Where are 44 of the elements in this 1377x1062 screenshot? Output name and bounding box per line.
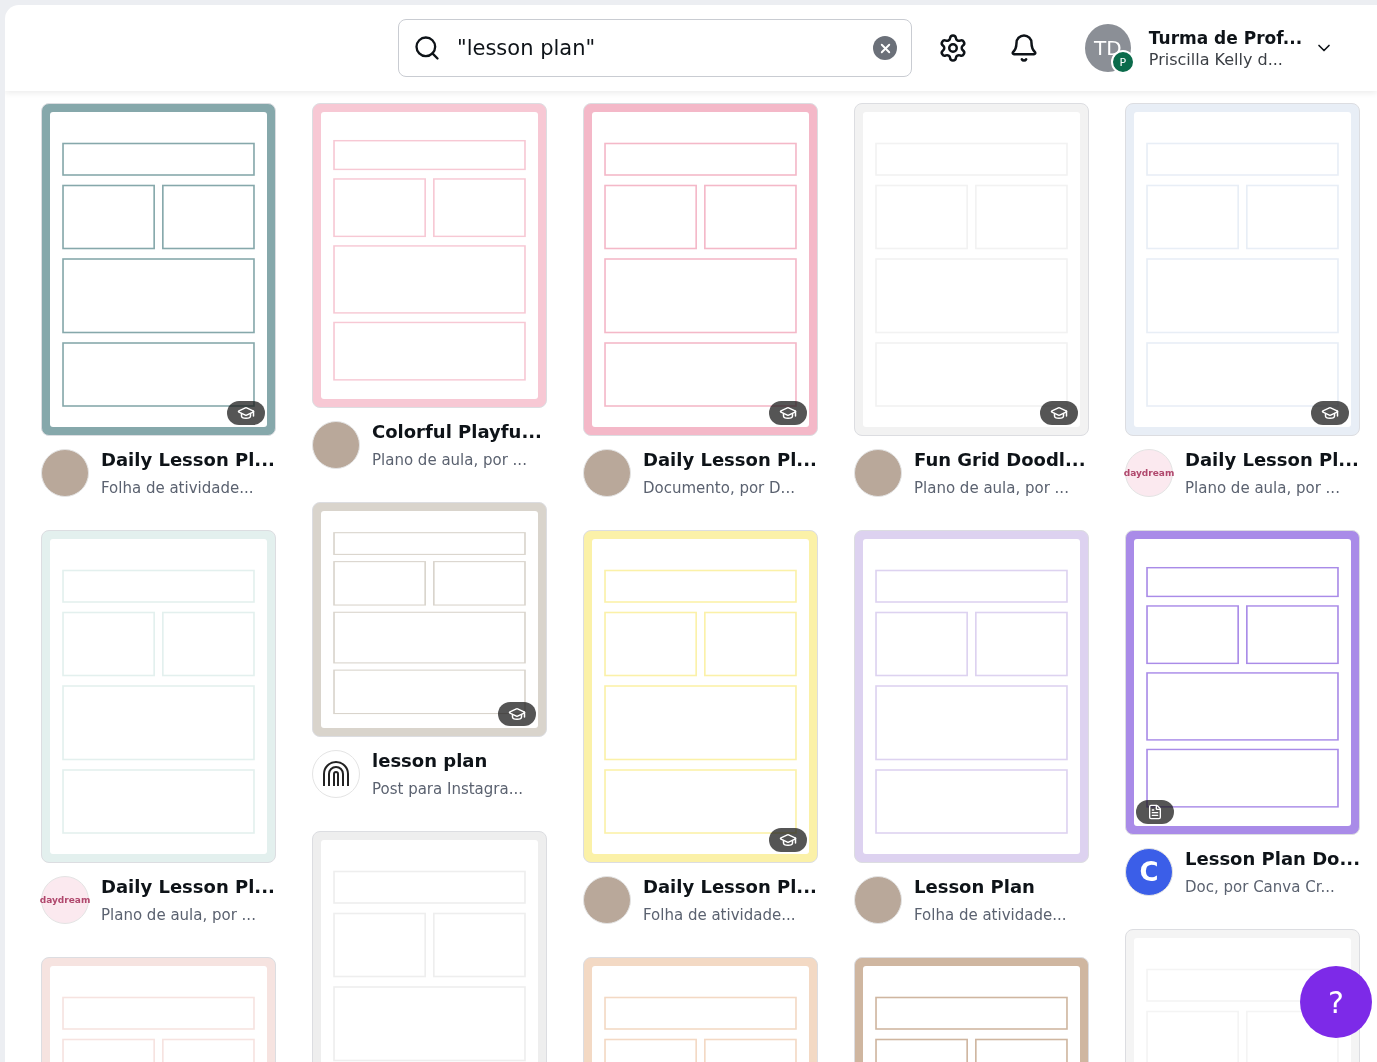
graduation-cap-icon (237, 404, 255, 422)
template-type: Documento, por D... (643, 478, 796, 498)
graduation-cap-icon (1321, 404, 1339, 422)
template-type: Folha de atividade... (643, 905, 797, 925)
account-name: Turma de Prof... (1148, 27, 1299, 48)
avatar-photo-placeholder (854, 876, 902, 924)
search-icon (413, 34, 441, 62)
avatar-photo-placeholder (583, 449, 631, 497)
template-title[interactable]: Lesson Plan Do... (1185, 847, 1360, 871)
template-title[interactable]: Daily Lesson Pl... (1185, 448, 1359, 472)
template-type: Plano de aula, por ... (101, 905, 257, 925)
avatar-photo-placeholder (854, 449, 902, 497)
creator-logo: daydream (41, 876, 89, 924)
clear-button[interactable] (873, 36, 898, 60)
creator-logo: C (1125, 848, 1173, 896)
template-title[interactable]: lesson plan (372, 749, 523, 773)
template-title[interactable]: Fun Grid Doodl... (914, 448, 1086, 472)
avatar-photo-placeholder (312, 421, 360, 469)
template-title[interactable]: Colorful Playfu... (372, 420, 542, 444)
avatar-photo-placeholder (583, 876, 631, 924)
graduation-cap-icon (508, 705, 526, 723)
template-type: Doc, por Canva Cr... (1185, 877, 1336, 897)
graduation-cap-icon (1050, 404, 1068, 422)
settings-icon (938, 33, 969, 63)
document-icon (1147, 804, 1163, 820)
template-type: Plano de aula, por ... (914, 478, 1070, 498)
fingerprint-avatar-icon (312, 750, 360, 798)
account-subtitle: Priscilla Kelly d... (1148, 49, 1284, 69)
template-type: Post para Instagra... (372, 779, 523, 799)
graduation-cap-icon (779, 831, 797, 849)
template-type: Plano de aula, por ... (372, 450, 528, 470)
search-input[interactable]: "lesson plan" (455, 35, 860, 61)
avatar-photo-placeholder (41, 449, 89, 497)
graduation-cap-icon (779, 404, 797, 422)
template-type: Folha de atividade... (101, 478, 255, 498)
template-type: Plano de aula, por ... (1185, 478, 1341, 498)
template-title[interactable]: Daily Lesson Pl... (101, 875, 275, 899)
template-title[interactable]: Daily Lesson Pl... (101, 448, 275, 472)
creator-logo: daydream (1125, 449, 1173, 497)
template-title[interactable]: Lesson Plan (914, 875, 1067, 899)
template-title[interactable]: Daily Lesson Pl... (643, 875, 817, 899)
template-title[interactable]: Daily Lesson Pl... (643, 448, 817, 472)
search-field[interactable]: "lesson plan" (398, 19, 913, 77)
template-type: Folha de atividade... (914, 905, 1067, 925)
